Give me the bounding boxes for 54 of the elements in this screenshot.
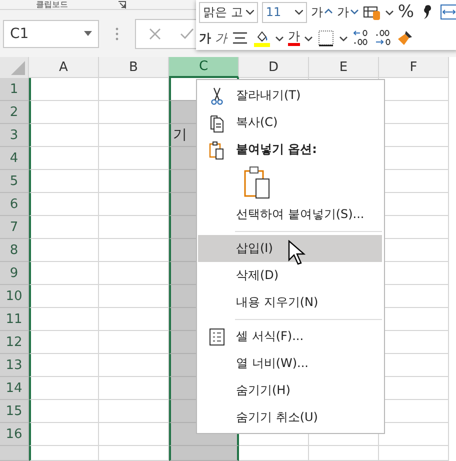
ribbon-group-label: 클립보드 <box>36 0 68 9</box>
row-header[interactable]: 14 <box>0 377 29 400</box>
increase-font-size-button[interactable]: 가 <box>310 4 333 20</box>
row-header[interactable]: 10 <box>0 285 29 308</box>
triangle-icon <box>11 61 25 75</box>
row-header[interactable]: 4 <box>0 147 29 170</box>
font-name-dropdown[interactable]: 맑은 고 <box>199 2 258 22</box>
row-header[interactable]: 9 <box>0 262 29 285</box>
dropdown-caret-icon[interactable] <box>84 31 92 36</box>
caret-icon <box>294 10 303 14</box>
caret-down-icon <box>350 8 359 16</box>
percent-style-button[interactable]: % <box>398 2 414 22</box>
column-header[interactable]: D <box>239 57 309 78</box>
row-header[interactable]: 11 <box>0 308 29 331</box>
row-header[interactable]: 2 <box>0 101 29 124</box>
decrease-font-size-button[interactable]: 가 <box>336 4 359 20</box>
caret-icon <box>339 34 348 42</box>
table-cell[interactable] <box>169 446 239 461</box>
name-box[interactable]: C1 <box>3 20 99 48</box>
row-header[interactable]: 1 <box>0 78 29 101</box>
row-header[interactable]: 3 <box>0 124 29 147</box>
dialog-launcher-icon[interactable] <box>118 0 126 8</box>
caret-icon <box>304 34 313 42</box>
row-header[interactable]: 15 <box>0 400 29 423</box>
row-header[interactable]: 7 <box>0 216 29 239</box>
row-header[interactable]: 8 <box>0 239 29 262</box>
font-size-dropdown[interactable]: 11 <box>262 2 307 22</box>
fill-color-icon[interactable] <box>253 29 271 47</box>
paste-option-icon[interactable] <box>243 165 271 199</box>
row-header[interactable]: 12 <box>0 331 29 354</box>
row-header[interactable]: 16 <box>0 423 29 446</box>
column-header[interactable]: C <box>169 57 239 78</box>
decrease-decimal-icon[interactable] <box>374 29 392 47</box>
caret-icon <box>246 10 254 14</box>
row-header[interactable]: 6 <box>0 193 29 216</box>
column-header[interactable]: F <box>379 57 449 78</box>
borders-icon[interactable] <box>317 29 335 47</box>
font-color-button[interactable]: 가 <box>288 30 300 46</box>
menu-heading: 붙여넣기 옵션: <box>236 141 317 158</box>
column-header[interactable]: A <box>29 57 99 78</box>
column-width-icon[interactable] <box>440 3 456 21</box>
bold-button[interactable]: 가 <box>199 30 211 46</box>
caret-icon <box>384 8 394 16</box>
grip-icon <box>115 26 119 40</box>
column-header[interactable]: E <box>309 57 379 78</box>
row-header[interactable]: 13 <box>0 354 29 377</box>
row-header[interactable]: 5 <box>0 170 29 193</box>
increase-decimal-icon[interactable] <box>352 29 370 47</box>
column-header[interactable]: B <box>99 57 169 78</box>
caret-icon <box>275 34 284 42</box>
menu-item[interactable]: 삽입(I) <box>198 235 382 262</box>
cursor-icon <box>288 240 306 266</box>
paintbrush-icon[interactable] <box>396 29 414 47</box>
italic-button[interactable]: 가 <box>215 30 227 46</box>
